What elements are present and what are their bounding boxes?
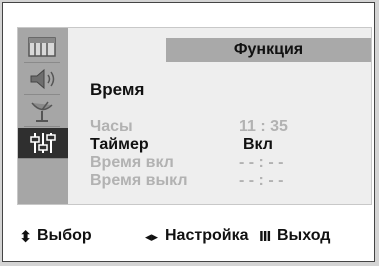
picture-icon[interactable] — [24, 32, 60, 63]
select-label: Выбор — [37, 227, 92, 244]
on-time-value: - - : - - — [239, 154, 284, 171]
menu-icon-column — [18, 28, 68, 204]
section-title: Время — [90, 80, 145, 99]
exit-label: Выход — [277, 227, 331, 244]
on-time-label: Время вкл — [90, 154, 174, 171]
function-settings-icon[interactable] — [18, 128, 68, 159]
timer-label: Таймер — [90, 136, 149, 153]
menu-row-on-time[interactable]: Время вкл - - : - - — [90, 154, 283, 172]
menu-row-clock[interactable]: Часы 11 : 35 — [90, 118, 288, 136]
channel-antenna-icon[interactable] — [24, 96, 60, 127]
osd-footer: ⬍ Выбор ◂▸ Настройка Ⅲ Выход — [15, 227, 375, 251]
menu-header: Функция — [166, 38, 371, 62]
menu-panel: Функция Время Часы 11 : 35 Таймер Вкл Вр… — [17, 27, 372, 205]
adjust-icon: ◂▸ — [145, 229, 159, 244]
select-icon: ⬍ — [19, 229, 33, 246]
clock-value: 11 : 35 — [239, 118, 288, 135]
adjust-label: Настройка — [165, 227, 249, 244]
clock-label: Часы — [90, 118, 133, 135]
off-time-value: - - : - - — [239, 172, 284, 189]
timer-value: Вкл — [243, 136, 273, 153]
menu-row-off-time[interactable]: Время выкл - - : - - — [90, 172, 283, 190]
menu-row-timer[interactable]: Таймер Вкл — [90, 136, 273, 154]
osd-frame: Функция Время Часы 11 : 35 Таймер Вкл Вр… — [2, 2, 375, 262]
off-time-label: Время выкл — [90, 172, 188, 189]
sound-icon[interactable] — [24, 64, 60, 95]
exit-icon: Ⅲ — [259, 229, 272, 244]
